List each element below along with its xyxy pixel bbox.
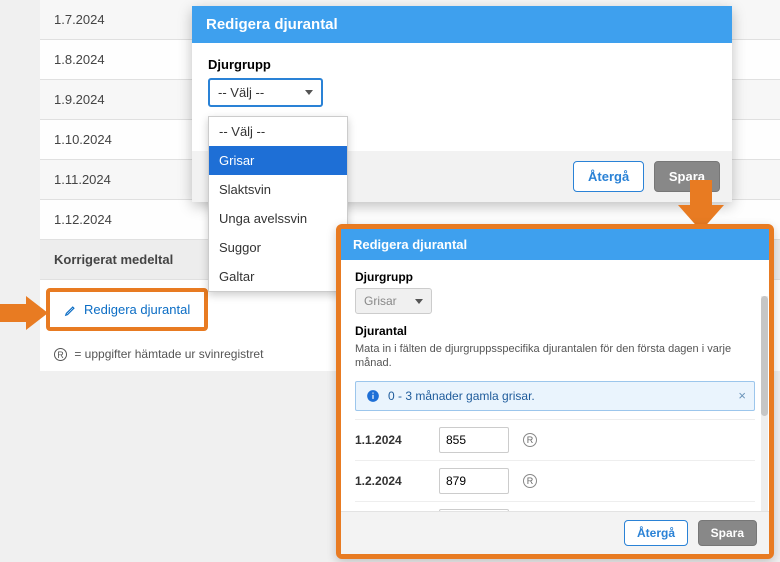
pencil-icon xyxy=(64,303,78,317)
dialog2-back-button[interactable]: Återgå xyxy=(624,520,688,546)
scrollbar[interactable] xyxy=(761,296,768,511)
dropdown-option[interactable]: Unga avelssvin xyxy=(209,204,347,233)
dialog2-group-label: Djurgrupp xyxy=(355,270,755,284)
registered-icon: R xyxy=(54,348,67,361)
count-row: 1.1.2024 R xyxy=(355,419,755,460)
count-rows: 1.1.2024R1.2.2024R1.3.2024R1.4.2024R1.5.… xyxy=(355,419,755,511)
group-select[interactable]: -- Välj -- xyxy=(208,78,323,107)
summary-label: Korrigerat medeltal xyxy=(54,252,173,267)
legend-text: = uppgifter hämtade ur svinregistret xyxy=(74,347,263,361)
back-button[interactable]: Återgå xyxy=(573,161,644,192)
orange-arrow-down xyxy=(690,180,712,208)
orange-arrow-horizontal-head xyxy=(26,296,48,330)
info-text: 0 - 3 månader gamla grisar. xyxy=(388,389,535,403)
info-box: 0 - 3 månader gamla grisar. × xyxy=(355,381,755,411)
row-date: 1.1.2024 xyxy=(355,433,425,447)
dropdown-option[interactable]: Grisar xyxy=(209,146,347,175)
orange-arrow-horizontal xyxy=(0,304,26,322)
chevron-down-icon xyxy=(415,299,423,304)
count-row: 1.2.2024 R xyxy=(355,460,755,501)
count-input[interactable] xyxy=(439,427,509,453)
dialog2-title: Redigera djurantal xyxy=(341,229,769,260)
edit-dialog-counts: Redigera djurantal Djurgrupp Grisar Djur… xyxy=(336,224,774,559)
edit-link-text: Redigera djurantal xyxy=(84,302,190,317)
group-dropdown[interactable]: -- Välj --GrisarSlaktsvinUnga avelssvinS… xyxy=(208,116,348,292)
count-row: 1.3.2024R xyxy=(355,501,755,511)
group-label: Djurgrupp xyxy=(208,57,716,72)
registered-icon: R xyxy=(523,433,537,447)
info-icon xyxy=(366,389,380,403)
scrollbar-thumb[interactable] xyxy=(761,296,768,416)
group-disabled-value: Grisar xyxy=(364,294,397,308)
edit-animal-count-link[interactable]: Redigera djurantal xyxy=(46,288,208,331)
dialog2-save-button[interactable]: Spara xyxy=(698,520,757,546)
registered-icon: R xyxy=(523,474,537,488)
dropdown-option[interactable]: -- Välj -- xyxy=(209,117,347,146)
row-date: 1.2.2024 xyxy=(355,474,425,488)
group-select-value: -- Välj -- xyxy=(218,85,264,100)
count-input[interactable] xyxy=(439,509,509,511)
group-select-disabled: Grisar xyxy=(355,288,432,314)
dropdown-option[interactable]: Suggor xyxy=(209,233,347,262)
chevron-down-icon xyxy=(305,90,313,95)
edit-dialog-group-select: Redigera djurantal Djurgrupp -- Välj -- … xyxy=(192,6,732,202)
dialog1-title: Redigera djurantal xyxy=(192,6,732,43)
count-help-text: Mata in i fälten de djurgruppsspecifika … xyxy=(355,342,735,371)
dropdown-option[interactable]: Slaktsvin xyxy=(209,175,347,204)
dialog2-footer: Återgå Spara xyxy=(341,511,769,554)
close-icon[interactable]: × xyxy=(738,388,746,403)
count-input[interactable] xyxy=(439,468,509,494)
dropdown-option[interactable]: Galtar xyxy=(209,262,347,291)
count-label: Djurantal xyxy=(355,324,755,338)
